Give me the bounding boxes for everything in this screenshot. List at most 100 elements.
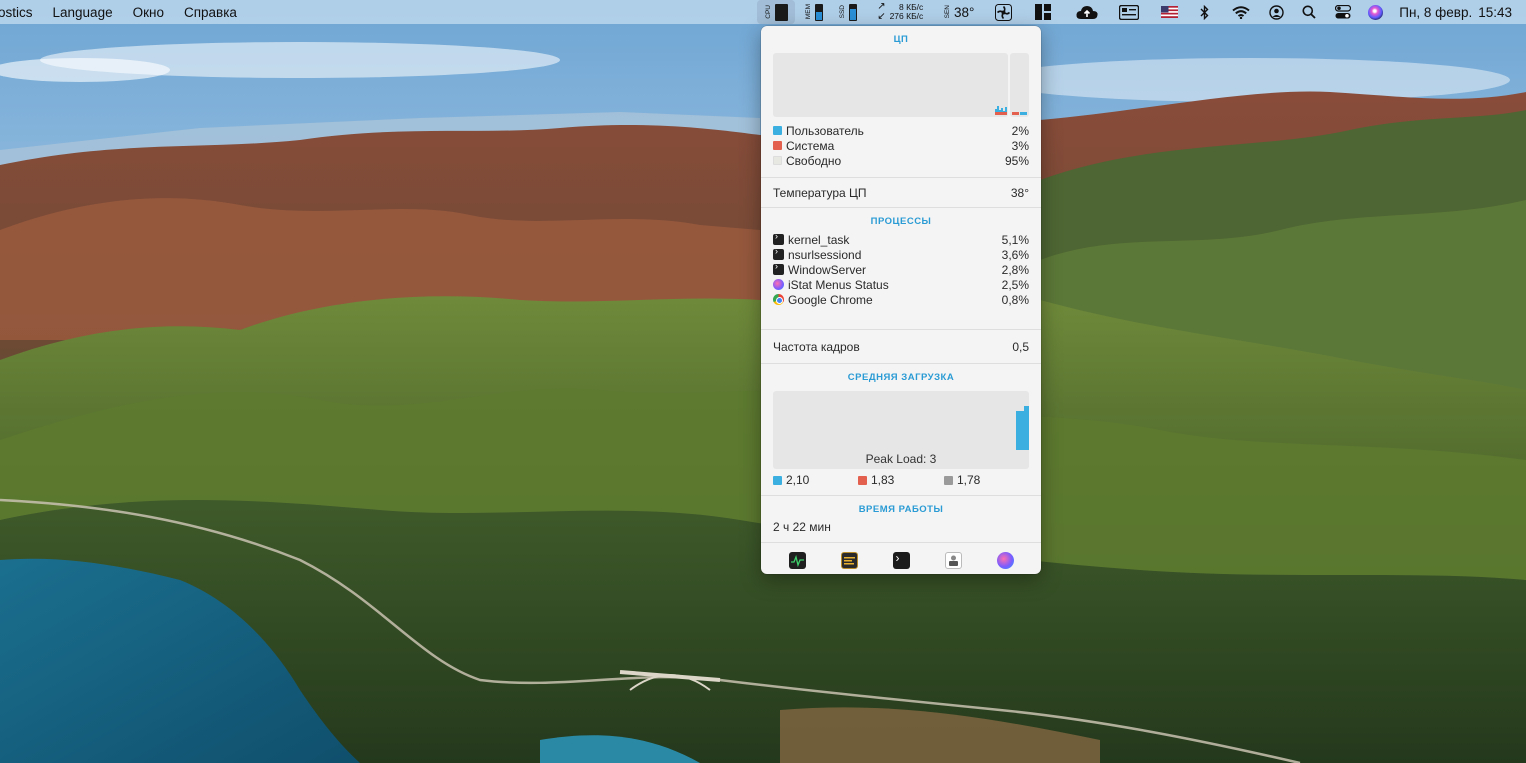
cpu-bar-icon [774,3,788,21]
load-average-graph: Peak Load: 3 [773,391,1029,469]
load-1min-swatch [773,475,782,485]
process-row[interactable]: nsurlsessiond 3,6% [773,246,1029,262]
frame-rate-label: Частота кадров [773,339,860,354]
cpu-temperature-label: Температура ЦП [773,185,867,200]
divider [761,207,1041,208]
menu-bar: ostics Language Окно Справка CPU MEM SSD… [0,0,1526,24]
terminal-icon [773,261,784,275]
disk-label: SSD [839,5,847,19]
cpu-system-label: Система [786,138,835,153]
cpu-system-value: 3% [1011,138,1029,153]
istat-icon [773,279,784,290]
cpu-idle-label: Свободно [786,153,842,168]
bluetooth-icon[interactable] [1189,0,1219,24]
chrome-icon [773,294,784,305]
terminal-icon [773,246,784,260]
divider [761,177,1041,178]
cpu-temperature-value: 38° [1010,185,1029,200]
network-download: 276 КБ/с [889,11,924,21]
user-swatch [773,126,782,135]
idle-swatch [773,156,782,165]
app-menus: ostics Language Окно Справка [0,0,247,24]
process-row[interactable]: Google Chrome 0,8% [773,292,1029,307]
network-arrows-icon: ↗ ↙ [877,1,886,22]
panel-footer: › [761,546,1041,574]
istat-network-status-item[interactable]: ↗ ↙ 8 КБ/с 276 КБ/с [869,0,931,24]
memory-bar-icon [815,3,824,21]
user-icon[interactable] [1261,0,1291,24]
cpu-core-graph [1010,53,1029,117]
istat-sensors-status-item[interactable]: SEN 38° [937,0,981,24]
menubar-temperature: 38° [954,4,975,20]
status-items: CPU MEM SSD ↗ ↙ 8 КБ/с 276 КБ/с SEN 38° … [757,0,1526,24]
process-row[interactable]: WindowServer 2,8% [773,261,1029,277]
processes-section-title: ПРОЦЕССЫ [870,216,932,227]
network-speeds: 8 КБ/с 276 КБ/с [890,3,924,21]
cloud-icon[interactable] [1067,0,1107,24]
sensor-label: SEN [944,5,952,19]
istat-memory-status-item[interactable]: MEM [799,0,829,24]
load-15min-value: 1,78 [957,473,981,487]
istat-menus-icon[interactable] [996,551,1014,569]
process-row[interactable]: iStat Menus Status 2,5% [773,277,1029,292]
menubar-clock[interactable]: 15:43 [1478,5,1512,20]
menu-diagnostics[interactable]: ostics [0,0,43,24]
cpu-section-title: ЦП [893,34,909,45]
istat-cpu-status-item[interactable]: CPU [757,0,796,24]
cpu-system-row: Система 3% [773,138,1029,153]
cpu-history-graph [773,53,1008,117]
frame-rate-value: 0,5 [1012,339,1029,354]
istat-disk-status-item[interactable]: SSD [833,0,863,24]
wifi-icon[interactable] [1223,0,1259,24]
process-value: 0,8% [1001,292,1029,307]
cpu-user-label: Пользователь [786,123,864,138]
load-average-section-title: СРЕДНЯЯ ЗАГРУЗКА [847,372,955,383]
process-value: 5,1% [1001,232,1029,247]
console-icon[interactable] [840,551,858,569]
terminal-icon[interactable]: › [892,551,910,569]
divider [761,542,1041,543]
load-15min-swatch [944,475,953,485]
menu-window[interactable]: Окно [123,0,174,24]
cpu-user-value: 2% [1011,123,1029,138]
peak-load-label: Peak Load: 3 [865,452,937,466]
istat-cpu-panel: ЦП Пользователь 2% Система 3% Свободно 9… [761,26,1041,574]
divider [761,329,1041,330]
uptime-value: 2 ч 22 мин [773,520,831,534]
menu-language[interactable]: Language [43,0,123,24]
istat-helper-icon[interactable] [944,551,962,569]
process-value: 2,8% [1001,262,1029,277]
process-name: WindowServer [788,262,867,277]
load-5min-value: 1,83 [871,473,895,487]
cpu-idle-row: Свободно 95% [773,153,1029,168]
control-center-icon[interactable] [1327,0,1359,24]
process-value: 2,5% [1001,277,1029,292]
load-5min-swatch [858,475,867,485]
menubar-date[interactable]: Пн, 8 февр. [1399,5,1472,20]
fan-icon[interactable] [985,0,1021,24]
menu-help[interactable]: Справка [174,0,247,24]
load-averages-legend: 2,10 1,83 1,78 [773,473,1029,488]
siri-icon[interactable] [1361,0,1389,24]
terminal-icon [773,231,784,245]
process-name: Google Chrome [788,292,873,307]
activity-monitor-icon[interactable] [788,551,806,569]
uptime-section-title: ВРЕМЯ РАБОТЫ [858,504,944,515]
cpu-temperature-row: Температура ЦП 38° [773,185,1029,200]
divider [761,495,1041,496]
search-icon[interactable] [1293,0,1325,24]
grid-icon[interactable] [1025,0,1061,24]
cpu-idle-value: 95% [1004,153,1029,168]
frame-rate-row: Частота кадров 0,5 [773,339,1029,354]
process-name: kernel_task [788,232,850,247]
process-name: iStat Menus Status [788,277,889,292]
load-1min-value: 2,10 [786,473,810,487]
memory-label: MEM [805,4,813,20]
process-row[interactable]: kernel_task 5,1% [773,231,1029,247]
disk-bar-icon [849,3,858,21]
us-flag-icon[interactable] [1151,0,1187,24]
system-swatch [773,141,782,150]
divider [761,363,1041,364]
menu-display-icon[interactable] [1111,0,1147,24]
cpu-user-row: Пользователь 2% [773,123,1029,138]
